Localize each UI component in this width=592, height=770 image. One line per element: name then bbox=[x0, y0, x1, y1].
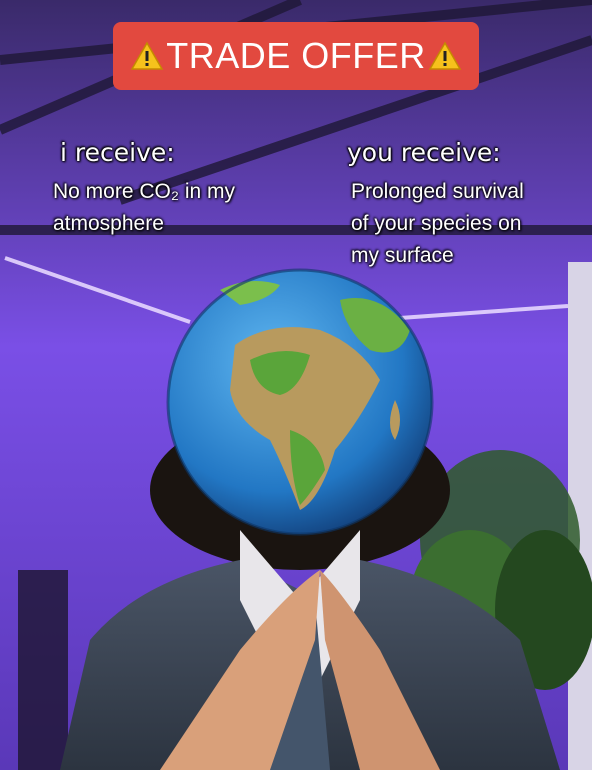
warning-icon bbox=[428, 41, 462, 71]
i-receive-line-2: atmosphere bbox=[53, 212, 164, 235]
i-receive-text: No more CO₂ in my atmosphere bbox=[53, 176, 235, 240]
you-receive-line-3: my surface bbox=[351, 244, 454, 267]
earth-globe bbox=[166, 268, 434, 536]
warning-icon bbox=[130, 41, 164, 71]
banner-title: TRADE OFFER bbox=[166, 35, 426, 76]
you-receive-line-1: Prolonged survival bbox=[351, 180, 524, 203]
trade-offer-banner: TRADE OFFER bbox=[113, 22, 479, 90]
you-receive-text: Prolonged survival of your species on my… bbox=[351, 176, 524, 272]
you-receive-line-2: of your species on bbox=[351, 212, 522, 235]
meme-image: TRADE OFFER i receive: No more CO₂ in my… bbox=[0, 0, 592, 770]
i-receive-heading: i receive: bbox=[60, 138, 175, 167]
background-scene bbox=[0, 0, 592, 770]
you-receive-heading: you receive: bbox=[347, 138, 501, 167]
i-receive-line-1: No more CO₂ in my bbox=[53, 180, 236, 203]
